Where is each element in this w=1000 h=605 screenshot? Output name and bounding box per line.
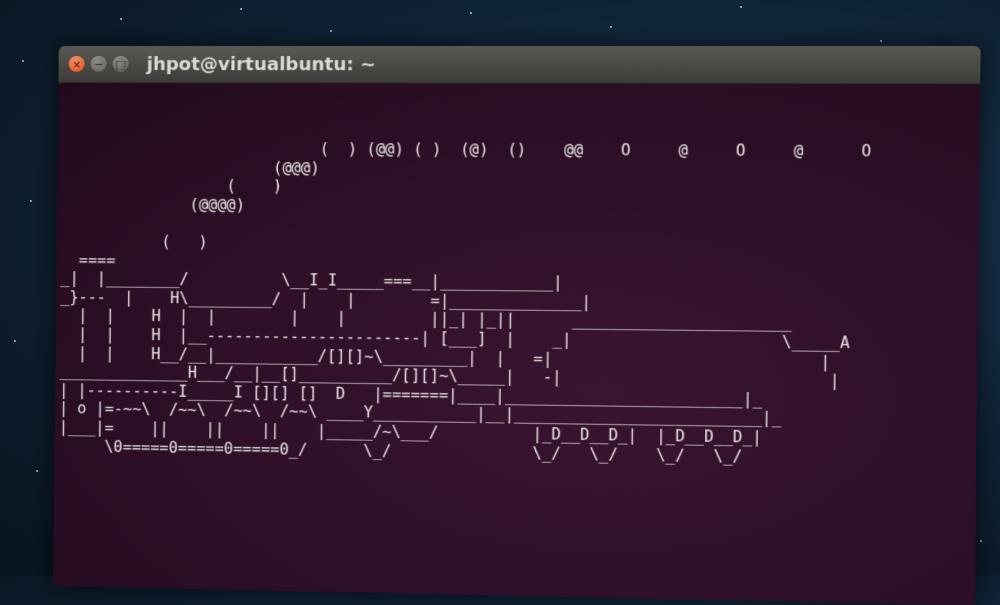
close-button[interactable]: × — [69, 56, 85, 72]
ascii-train-art: ( ) (@@) ( ) (@) () @@ O @ O @ O (@@@) (… — [59, 139, 980, 470]
star — [610, 26, 612, 28]
terminal-line: ( ) — [61, 176, 282, 195]
star — [30, 200, 32, 202]
title-bar[interactable]: × − □ jhpot@virtualbuntu: ~ — [58, 46, 980, 84]
terminal-line: ==== — [60, 251, 115, 269]
star — [880, 40, 882, 42]
window-title: jhpot@virtualbuntu: ~ — [147, 54, 376, 75]
terminal-line: ( ) — [61, 232, 208, 251]
minimize-button[interactable]: − — [91, 56, 107, 72]
star — [22, 60, 24, 62]
star — [980, 540, 982, 542]
maximize-button[interactable]: □ — [113, 56, 129, 72]
minimize-icon: − — [94, 59, 103, 70]
star — [740, 6, 742, 8]
star — [330, 30, 332, 32]
star — [36, 470, 38, 472]
star — [120, 18, 122, 20]
star — [470, 12, 472, 14]
star — [240, 8, 242, 10]
terminal-line: (@@@@) — [61, 195, 245, 214]
maximize-icon: □ — [115, 59, 126, 70]
close-icon: × — [72, 58, 81, 69]
terminal-line: (@@@) — [61, 158, 319, 177]
star — [14, 340, 16, 342]
terminal-window: × − □ jhpot@virtualbuntu: ~ ( ) (@@) ( )… — [53, 46, 980, 605]
terminal-content[interactable]: ( ) (@@) ( ) (@) () @@ O @ O @ O (@@@) (… — [53, 83, 980, 605]
